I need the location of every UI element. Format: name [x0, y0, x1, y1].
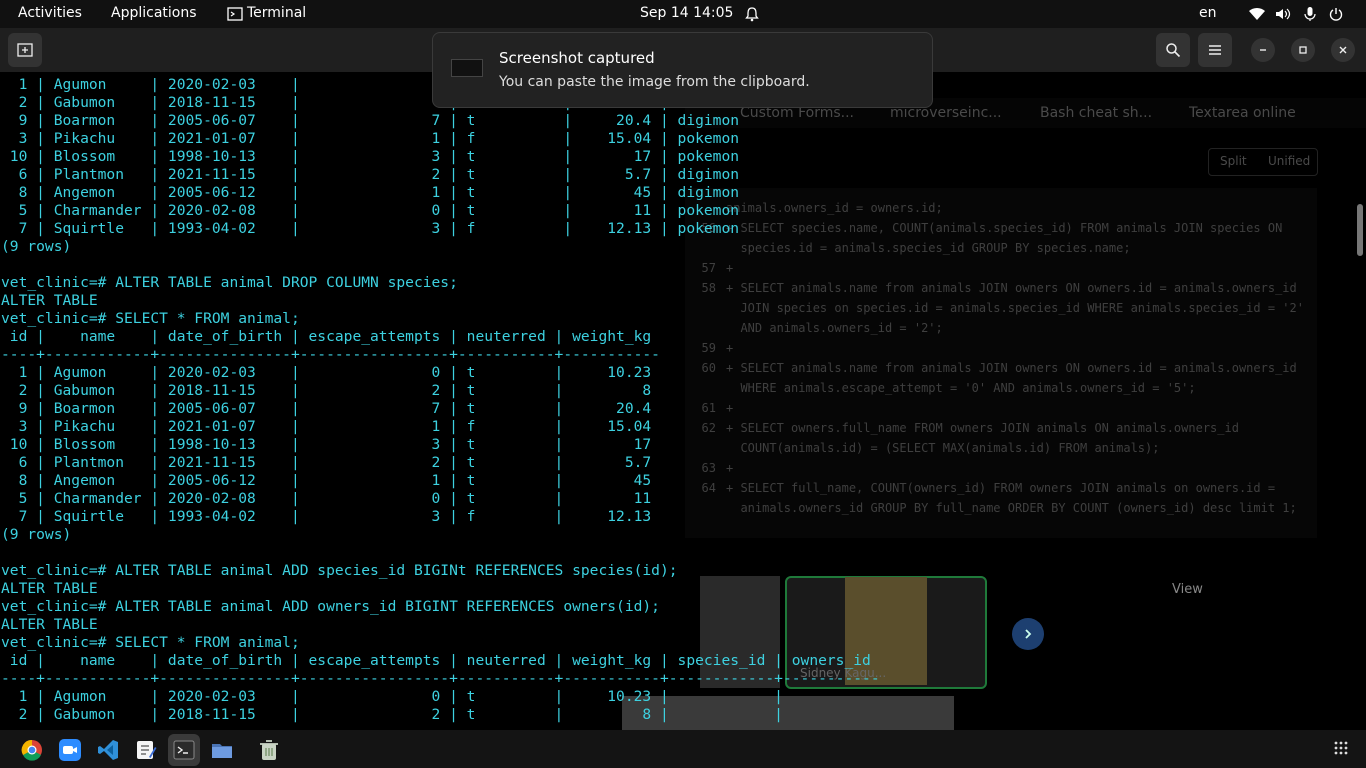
terminal-line: ALTER TABLE [1, 616, 98, 633]
next-arrow-icon [1012, 618, 1044, 650]
terminal-line: vet_clinic=# SELECT * FROM animal; [1, 634, 300, 651]
terminal-line: 7 | Squirtle | 1993-04-02 | 3 | f | 12.1… [1, 220, 740, 237]
app-grid-icon[interactable] [1334, 740, 1348, 755]
vscode-icon[interactable] [97, 739, 119, 761]
notification-body: You can paste the image from the clipboa… [499, 74, 810, 90]
terminal-line: 8 | Angemon | 2005-06-12 | 1 | t | 45 [1, 472, 652, 489]
volume-icon[interactable] [1273, 4, 1293, 24]
terminal-line: ALTER TABLE [1, 580, 98, 597]
terminal-scrollbar[interactable] [1357, 100, 1363, 730]
terminal-line: 1 | Agumon | 2020-02-03 | 0 | t | 10.23 … [1, 688, 783, 705]
top-bar: Activities Applications Terminal Sep 14 … [0, 0, 1366, 28]
terminal-line: (9 rows) [1, 526, 72, 543]
terminal-app-icon [225, 4, 245, 24]
applications-menu[interactable]: Applications [111, 5, 197, 21]
notification-title: Screenshot captured [499, 49, 655, 67]
screenshot-thumbnail-icon [451, 59, 483, 77]
terminal-line: 5 | Charmander | 2020-02-08 | 0 | t | 11… [1, 202, 740, 219]
files-icon[interactable] [211, 739, 233, 761]
microphone-icon[interactable] [1300, 4, 1320, 24]
terminal-line: ALTER TABLE [1, 292, 98, 309]
terminal-line: id | name | date_of_birth | escape_attem… [1, 328, 652, 345]
terminal-line: 9 | Boarmon | 2005-06-07 | 7 | t | 20.4 [1, 400, 652, 417]
screenshot-notification[interactable]: Screenshot captured You can paste the im… [432, 32, 933, 108]
terminal-line: 10 | Blossom | 1998-10-13 | 3 | t | 17 |… [1, 148, 740, 165]
unified-button: Unified [1268, 154, 1311, 168]
terminal-line: 5 | Charmander | 2020-02-08 | 0 | t | 11 [1, 490, 652, 507]
terminal-line: 3 | Pikachu | 2021-01-07 | 1 | f | 15.04… [1, 130, 740, 147]
terminal-line: (9 rows) [1, 238, 72, 255]
terminal-line: 10 | Blossom | 1998-10-13 | 3 | t | 17 [1, 436, 652, 453]
terminal-line: 6 | Plantmon | 2021-11-15 | 2 | t | 5.7 [1, 454, 652, 471]
terminal-line: id | name | date_of_birth | escape_attem… [1, 652, 871, 669]
view-button: View [1172, 582, 1203, 597]
terminal-line: 1 | Agumon | 2020-02-03 | 0 | t | 10.23 [1, 364, 652, 381]
browser-tab: Bash cheat sh... [1040, 105, 1153, 121]
text-editor-icon[interactable] [135, 739, 157, 761]
browser-tab: Textarea online [1189, 105, 1296, 121]
zoom-icon[interactable] [59, 739, 81, 761]
terminal-line: vet_clinic=# ALTER TABLE animal ADD owne… [1, 598, 660, 615]
terminal-line: vet_clinic=# ALTER TABLE animal ADD spec… [1, 562, 678, 579]
terminal-line: 6 | Plantmon | 2021-11-15 | 2 | t | 5.7 … [1, 166, 740, 183]
terminal-line: vet_clinic=# ALTER TABLE animal DROP COL… [1, 274, 458, 291]
wifi-icon[interactable] [1247, 4, 1267, 24]
activities-button[interactable]: Activities [18, 5, 82, 21]
terminal-icon[interactable] [168, 734, 200, 766]
terminal-line: 9 | Boarmon | 2005-06-07 | 7 | t | 20.4 … [1, 112, 740, 129]
dock [0, 730, 1366, 768]
terminal-line: 2 | Gabumon | 2018-11-15 | 2 | t | 8 [1, 382, 652, 399]
terminal-output: 1 | Agumon | 2020-02-03 | | | | 2 | Gabu… [1, 76, 880, 724]
language-indicator[interactable]: en [1199, 5, 1217, 21]
terminal-line: ----+------------+---------------+------… [1, 670, 880, 687]
terminal-line: 8 | Angemon | 2005-06-12 | 1 | t | 45 | … [1, 184, 740, 201]
terminal-line: 3 | Pikachu | 2021-01-07 | 1 | f | 15.04 [1, 418, 652, 435]
chrome-icon[interactable] [21, 739, 43, 761]
power-icon[interactable] [1326, 4, 1346, 24]
terminal-app-menu[interactable]: Terminal [247, 5, 306, 21]
clock[interactable]: Sep 14 14:05 [640, 5, 733, 21]
terminal-line: vet_clinic=# SELECT * FROM animal; [1, 310, 300, 327]
terminal-line: 2 | Gabumon | 2018-11-15 | 2 | t | 8 | | [1, 706, 783, 723]
terminal-line: 7 | Squirtle | 1993-04-02 | 3 | f | 12.1… [1, 508, 652, 525]
split-button: Split [1220, 154, 1247, 168]
terminal-window[interactable]: Custom Forms... microverseinc... Bash ch… [0, 28, 1366, 730]
alarm-bell-icon[interactable] [742, 4, 762, 24]
trash-icon[interactable] [258, 739, 280, 761]
terminal-line: ----+------------+---------------+------… [1, 346, 660, 363]
